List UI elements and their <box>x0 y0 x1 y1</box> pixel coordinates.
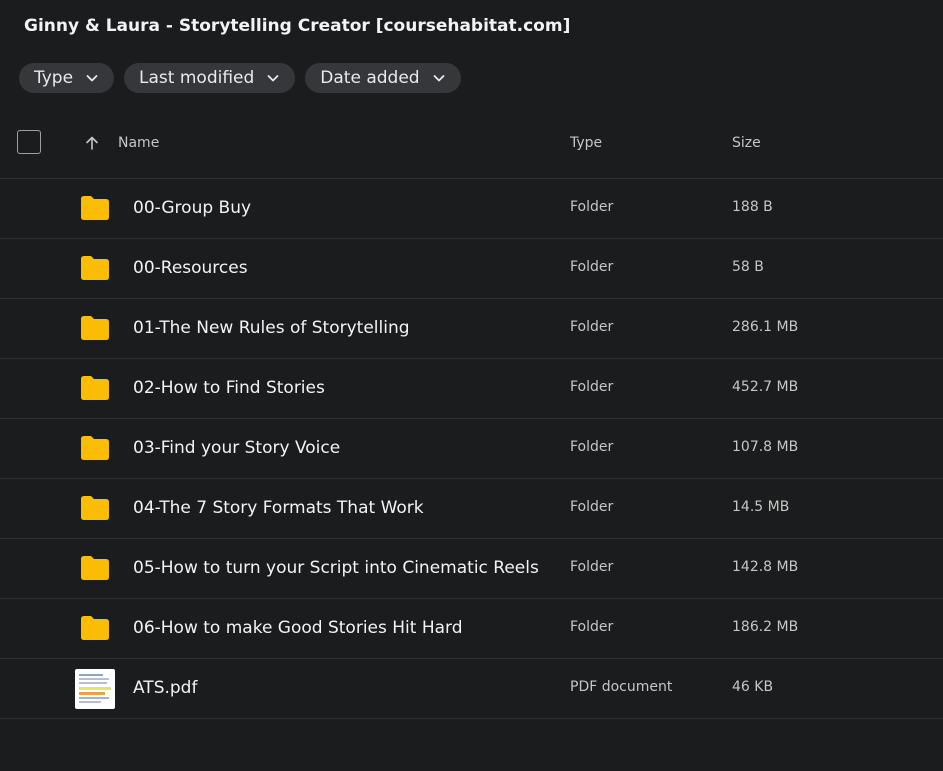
item-name: 00-Resources <box>133 258 248 278</box>
item-type: PDF document <box>570 679 673 695</box>
folder-icon <box>81 556 109 580</box>
item-name: 03-Find your Story Voice <box>133 438 341 458</box>
item-type: Folder <box>570 199 614 215</box>
item-size: 46 KB <box>732 679 774 695</box>
arrow-up-icon[interactable] <box>84 135 100 151</box>
folder-icon <box>81 316 109 340</box>
item-size: 14.5 MB <box>732 499 790 515</box>
item-type: Folder <box>570 439 614 455</box>
list-item[interactable]: 04-The 7 Story Formats That Work Folder … <box>0 479 943 539</box>
item-size: 186.2 MB <box>732 619 799 635</box>
item-name: ATS.pdf <box>133 678 198 698</box>
item-size: 58 B <box>732 259 764 275</box>
item-name: 04-The 7 Story Formats That Work <box>133 498 424 518</box>
page-title: Ginny & Laura - Storytelling Creator [co… <box>24 16 571 36</box>
pdf-thumbnail-icon <box>75 669 115 709</box>
filter-date-added-label: Date added <box>320 68 420 88</box>
item-type: Folder <box>570 379 614 395</box>
item-name: 01-The New Rules of Storytelling <box>133 318 410 338</box>
item-name: 02-How to Find Stories <box>133 378 325 398</box>
folder-icon <box>81 376 109 400</box>
item-size: 452.7 MB <box>732 379 799 395</box>
folder-icon <box>81 196 109 220</box>
chevron-down-icon <box>433 75 444 82</box>
list-item[interactable]: 02-How to Find Stories Folder 452.7 MB <box>0 359 943 419</box>
list-item[interactable]: 01-The New Rules of Storytelling Folder … <box>0 299 943 359</box>
list-item[interactable]: 06-How to make Good Stories Hit Hard Fol… <box>0 599 943 659</box>
list-item[interactable]: 05-How to turn your Script into Cinemati… <box>0 539 943 599</box>
item-type: Folder <box>570 499 614 515</box>
item-type: Folder <box>570 319 614 335</box>
chevron-down-icon <box>267 75 279 82</box>
item-type: Folder <box>570 619 614 635</box>
item-name: 00-Group Buy <box>133 198 252 218</box>
folder-icon <box>81 436 109 460</box>
column-header-name[interactable]: Name <box>118 135 159 151</box>
filter-type-label: Type <box>34 68 74 88</box>
list-item[interactable]: 00-Group Buy Folder 188 B <box>0 179 943 239</box>
file-list: 00-Group Buy Folder 188 B 00-Resources F… <box>0 179 943 719</box>
item-name: 06-How to make Good Stories Hit Hard <box>133 618 463 638</box>
item-size: 286.1 MB <box>732 319 799 335</box>
list-header: Name Type Size <box>0 118 943 179</box>
item-type: Folder <box>570 559 614 575</box>
item-size: 188 B <box>732 199 773 215</box>
filter-bar: Type Last modified Date added <box>19 63 461 93</box>
filter-last-modified-label: Last modified <box>139 68 255 88</box>
item-type: Folder <box>570 259 614 275</box>
filter-date-added-button[interactable]: Date added <box>305 63 461 93</box>
filter-last-modified-button[interactable]: Last modified <box>124 63 296 93</box>
column-header-type: Type <box>570 135 603 151</box>
column-header-size: Size <box>732 135 761 151</box>
list-item[interactable]: ATS.pdf PDF document 46 KB <box>0 659 943 719</box>
folder-icon <box>81 496 109 520</box>
filter-type-button[interactable]: Type <box>19 63 115 93</box>
chevron-down-icon <box>86 75 98 82</box>
folder-icon <box>81 256 109 280</box>
item-name: 05-How to turn your Script into Cinemati… <box>133 558 539 578</box>
item-size: 142.8 MB <box>732 559 799 575</box>
select-all-checkbox[interactable] <box>17 130 41 154</box>
list-item[interactable]: 00-Resources Folder 58 B <box>0 239 943 299</box>
folder-icon <box>81 616 109 640</box>
list-item[interactable]: 03-Find your Story Voice Folder 107.8 MB <box>0 419 943 479</box>
item-size: 107.8 MB <box>732 439 799 455</box>
